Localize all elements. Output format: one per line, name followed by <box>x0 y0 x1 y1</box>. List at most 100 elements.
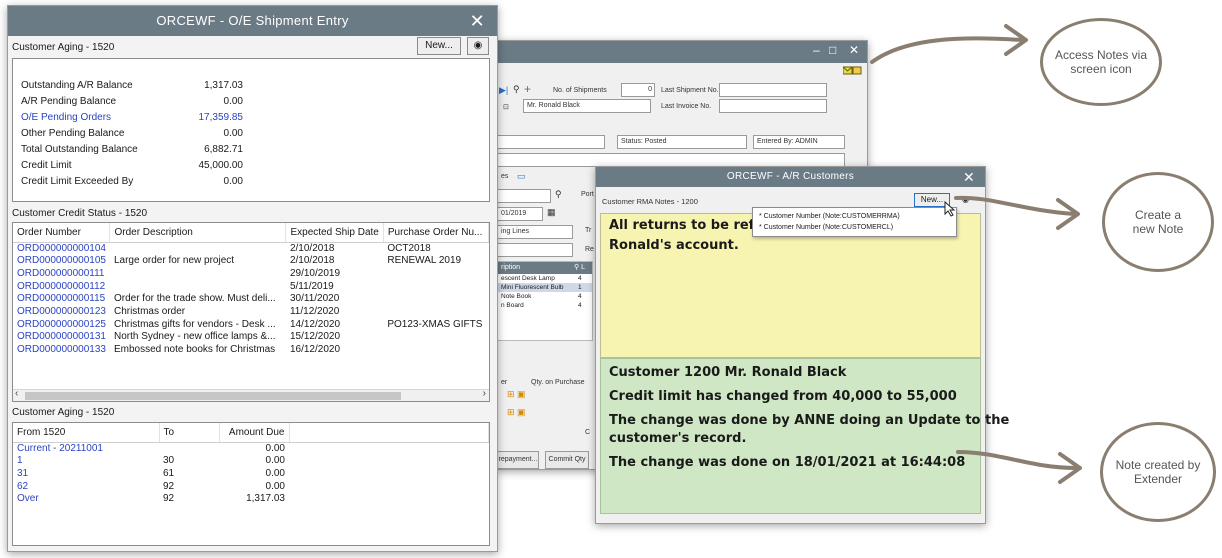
table-row[interactable]: Over 92 1,317.03 <box>13 493 489 506</box>
table-cell: 0.00 <box>265 467 285 479</box>
table-row[interactable]: ORD000000000131 North Sydney - new office… <box>13 331 489 344</box>
column-header[interactable]: Amount Due <box>219 423 290 443</box>
w3-close-button[interactable]: ✕ <box>963 167 975 187</box>
balance-label[interactable]: O/E Pending Orders <box>21 111 171 125</box>
column-header[interactable]: Expected Ship Date <box>285 223 384 243</box>
items-search-icon[interactable]: ⚲ L <box>574 262 585 274</box>
new-note-dropdown[interactable]: * Customer Number (Note:CUSTOMERRMA) * C… <box>752 207 957 237</box>
aging-period-cell[interactable]: 1 <box>13 455 159 468</box>
w2-field-b[interactable] <box>497 153 845 167</box>
note-icon-a[interactable]: ⊞ ▣ <box>507 389 526 400</box>
scroll-right-icon[interactable]: › <box>483 388 486 399</box>
last-invoice-label: Last Invoice No. <box>661 103 712 110</box>
aging-grid[interactable]: From 1520 To Amount Due Current - 20211001… <box>12 422 490 546</box>
calendar-icon[interactable]: ▦ <box>547 207 556 218</box>
commit-qty-button[interactable]: Commit Qty <box>545 451 589 469</box>
order-number-cell[interactable]: ORD000000000111 <box>13 268 110 281</box>
list-item[interactable]: n Board 4 <box>498 301 592 310</box>
item-description: escent Desk Lamp <box>501 275 555 282</box>
add-icon[interactable]: + <box>524 82 531 96</box>
order-number-cell[interactable]: ORD000000000125 <box>13 319 110 332</box>
scroll-thumb[interactable] <box>25 392 401 400</box>
arrow-note-created-head <box>1058 452 1082 484</box>
w2-field-d[interactable] <box>497 243 573 257</box>
order-number-cell[interactable]: ORD000000000131 <box>13 331 110 344</box>
column-header[interactable]: From 1520 <box>13 423 160 443</box>
w2-close-button[interactable]: ✕ <box>849 43 859 57</box>
w1-titlebar: ORCEWF - O/E Shipment Entry ✕ <box>8 6 497 36</box>
table-row[interactable]: 62 92 0.00 <box>13 481 489 494</box>
table-row[interactable]: 31 61 0.00 <box>13 468 489 481</box>
qty-on-purchase-label: Qty. on Purchase <box>531 379 585 386</box>
order-number-cell[interactable]: ORD000000000112 <box>13 281 110 294</box>
column-header[interactable]: Order Description <box>109 223 287 243</box>
orders-grid[interactable]: Order Number Order Description Expected Sh… <box>12 222 490 402</box>
table-row[interactable]: ORD000000000133 Embossed note books for C… <box>13 344 489 357</box>
table-cell: OCT2018 <box>387 242 431 254</box>
list-item[interactable]: Mini Fluorescent Bulb 1 <box>498 283 592 292</box>
date-field[interactable]: 01/2019 <box>497 207 543 221</box>
table-cell: 61 <box>163 467 175 479</box>
dropdown-option-cl[interactable]: * Customer Number (Note:CUSTOMERCL) <box>759 222 950 233</box>
table-row[interactable]: ORD000000000115 Order for the trade show.… <box>13 293 489 306</box>
last-shipment-field[interactable] <box>719 83 827 97</box>
balance-label: Other Pending Balance <box>21 128 125 139</box>
lines-field[interactable]: ing Lines <box>497 225 573 239</box>
table-row[interactable]: ORD000000000105 Large order for new proje… <box>13 255 489 268</box>
items-grid[interactable]: ription ⚲ L escent Desk Lamp 4 Mini Fluore… <box>497 261 593 341</box>
table-row[interactable]: ORD000000000104 2/10/2018 OCT2018 <box>13 242 489 255</box>
w2-field-a[interactable] <box>497 135 605 149</box>
table-row[interactable]: Current - 20211001 0.00 <box>13 442 489 455</box>
last-invoice-field[interactable] <box>719 99 827 113</box>
column-header[interactable]: Purchase Order Nu... <box>383 223 489 243</box>
w1-close-button[interactable]: ✕ <box>470 6 485 36</box>
customer-name-field[interactable]: Mr. Ronald Black <box>523 99 651 113</box>
aging-period-cell[interactable]: 62 <box>13 481 159 494</box>
minimize-button[interactable]: – <box>813 43 820 57</box>
aging-period-cell[interactable]: Over <box>13 493 159 506</box>
column-header[interactable]: To <box>159 423 220 443</box>
nav-next-icon[interactable]: ▶| <box>499 85 508 96</box>
tax-icon[interactable]: ▭ <box>517 171 526 182</box>
find-icon[interactable]: ⚲ <box>513 84 520 95</box>
aging-period-cell[interactable]: 31 <box>13 468 159 481</box>
order-number-cell[interactable]: ORD000000000104 <box>13 242 110 255</box>
list-item[interactable]: escent Desk Lamp 4 <box>498 274 592 283</box>
column-header[interactable]: Order Number <box>13 223 111 243</box>
options-icon[interactable]: ◉ <box>467 37 489 55</box>
orders-hscrollbar[interactable]: ‹ › <box>13 388 489 401</box>
credit-limit-note-panel[interactable]: Customer 1200 Mr. Ronald Black Credit li… <box>600 358 1009 514</box>
scroll-left-icon[interactable]: ‹ <box>15 388 18 399</box>
no-of-shipments-field[interactable]: 0 <box>621 83 655 97</box>
note-icon-b[interactable]: ⊞ ▣ <box>507 407 526 418</box>
list-item[interactable]: Note Book 4 <box>498 292 592 301</box>
table-cell <box>383 306 488 319</box>
notes-indicator-icon[interactable] <box>842 63 863 75</box>
aging-table: From 1520 To Amount Due Current - 20211001… <box>13 423 489 506</box>
table-row[interactable]: 1 30 0.00 <box>13 455 489 468</box>
order-number-cell[interactable]: ORD000000000105 <box>13 255 110 268</box>
table-row[interactable]: ORD000000000112 5/11/2019 <box>13 281 489 294</box>
callout-note-created-text: Note created by Extender <box>1115 458 1201 486</box>
re-label: Re <box>585 246 594 253</box>
table-cell: 92 <box>163 480 175 492</box>
new-button[interactable]: New... <box>417 37 461 55</box>
table-cell <box>110 242 286 255</box>
aging-period-cell[interactable]: Current - 20211001 <box>13 442 159 455</box>
table-row[interactable]: ORD000000000125 Christmas gifts for vendo… <box>13 319 489 332</box>
dropdown-option-rma[interactable]: * Customer Number (Note:CUSTOMERRMA) <box>759 211 950 222</box>
balance-value: 0.00 <box>223 96 243 107</box>
search-icon[interactable]: ⚲ <box>555 189 562 200</box>
order-number-cell[interactable]: ORD000000000123 <box>13 306 110 319</box>
order-number-cell[interactable]: ORD000000000133 <box>13 344 110 357</box>
er-label: er <box>501 379 508 386</box>
shipment-entry-window: ORCEWF - O/E Shipment Entry ✕ Customer A… <box>7 5 498 552</box>
table-row[interactable]: ORD000000000111 29/10/2019 <box>13 268 489 281</box>
green-note-line-5: The change was done on 18/01/2021 at 16:… <box>609 455 966 470</box>
table-row[interactable]: ORD000000000123 Christmas order 11/12/2020 <box>13 306 489 319</box>
prepayment-button[interactable]: repayment... <box>497 451 539 469</box>
w3-options-icon[interactable]: ◉ <box>962 195 969 204</box>
w2-field-c[interactable] <box>497 189 551 203</box>
maximize-button[interactable]: □ <box>829 43 836 57</box>
order-number-cell[interactable]: ORD000000000115 <box>13 293 110 306</box>
